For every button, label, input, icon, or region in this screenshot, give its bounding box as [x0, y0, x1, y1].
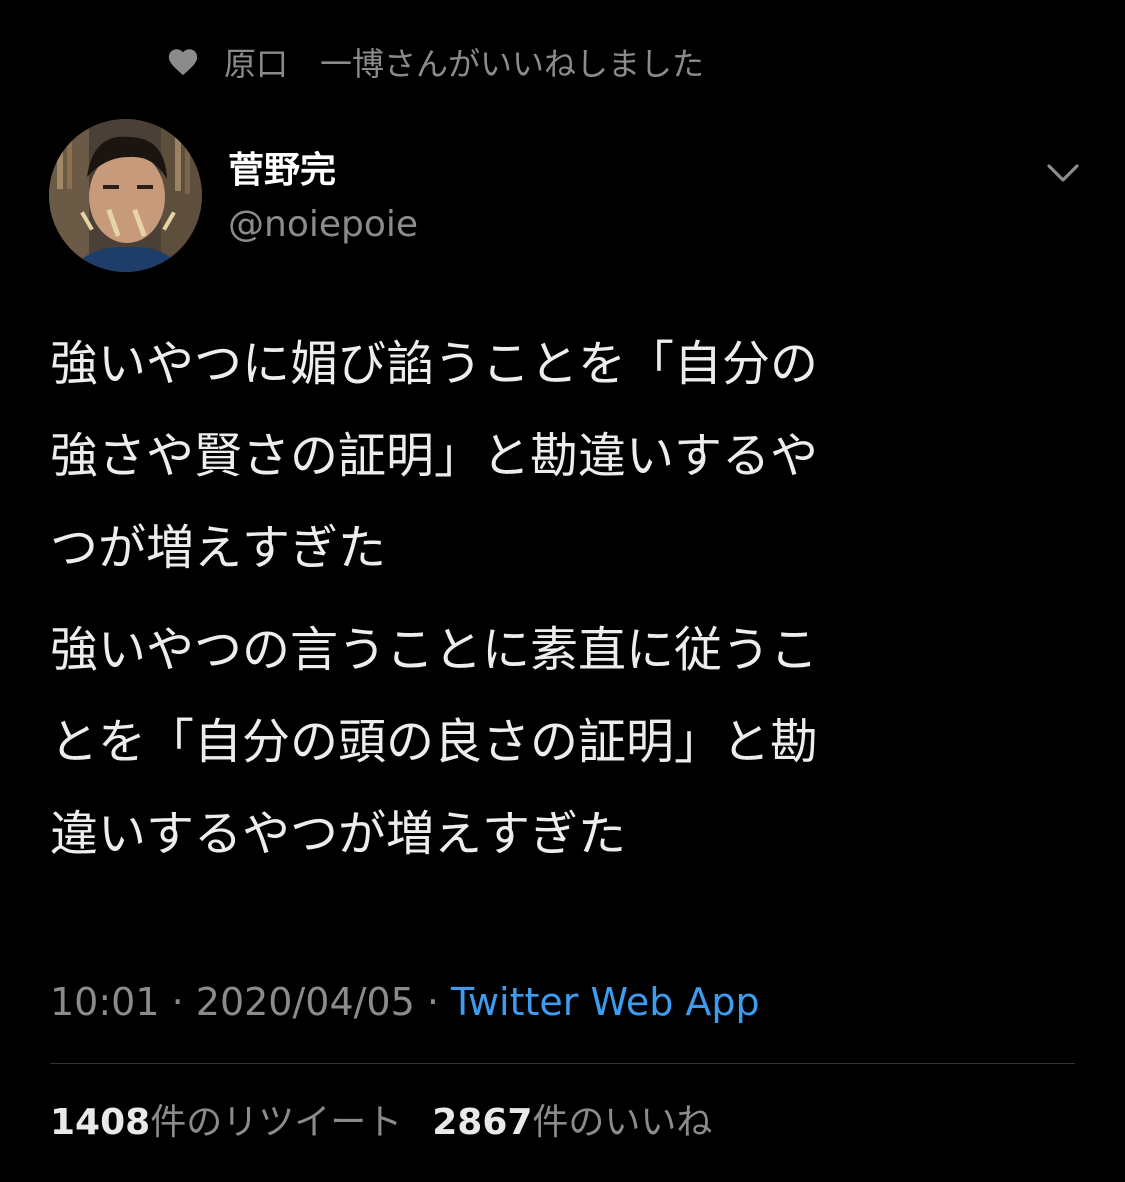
author-display-name[interactable]: 菅野完 — [228, 146, 336, 196]
like-count: 2867 — [432, 1102, 533, 1143]
tweet-time[interactable]: 10:01 — [50, 980, 160, 1024]
tweet-source-link[interactable]: Twitter Web App — [451, 980, 760, 1024]
retweet-count: 1408 — [50, 1102, 151, 1143]
tweet-date[interactable]: 2020/04/05 — [196, 980, 415, 1024]
retweet-label: 件のリツイート — [150, 1102, 403, 1143]
retweet-count-link[interactable]: 1408件のリツイート — [50, 1102, 402, 1143]
heart-icon — [166, 45, 200, 79]
social-context[interactable]: 原口 一博さんがいいねしました — [166, 40, 704, 84]
author-handle[interactable]: @noiepoie — [228, 200, 418, 250]
tweet-meta: 10:01 · 2020/04/05 · Twitter Web App — [50, 975, 760, 1029]
social-context-text: 原口 一博さんがいいねしました — [224, 45, 705, 83]
divider — [50, 1063, 1075, 1064]
tweet-paragraph: 強いやつの言うことに素直に従うこ とを「自分の頭の良さの証明」と勘 違いするやつ… — [50, 622, 819, 862]
chevron-down-icon[interactable] — [1042, 152, 1084, 194]
meta-separator: · — [414, 980, 452, 1024]
meta-separator: · — [159, 980, 196, 1024]
tweet-stats: 1408件のリツイート 2867件のいいね — [50, 1097, 712, 1149]
like-label: 件のいいね — [532, 1102, 713, 1143]
tweet-paragraph: 強いやつに媚び諂うことを「自分の 強さや賢さの証明」と勘違いするや つが増えすぎ… — [50, 336, 819, 576]
avatar[interactable] — [49, 119, 202, 272]
like-count-link[interactable]: 2867件のいいね — [432, 1102, 712, 1143]
tweet-text: 強いやつに媚び諂うことを「自分の 強さや賢さの証明」と勘違いするや つが増えすぎ… — [50, 318, 1050, 880]
